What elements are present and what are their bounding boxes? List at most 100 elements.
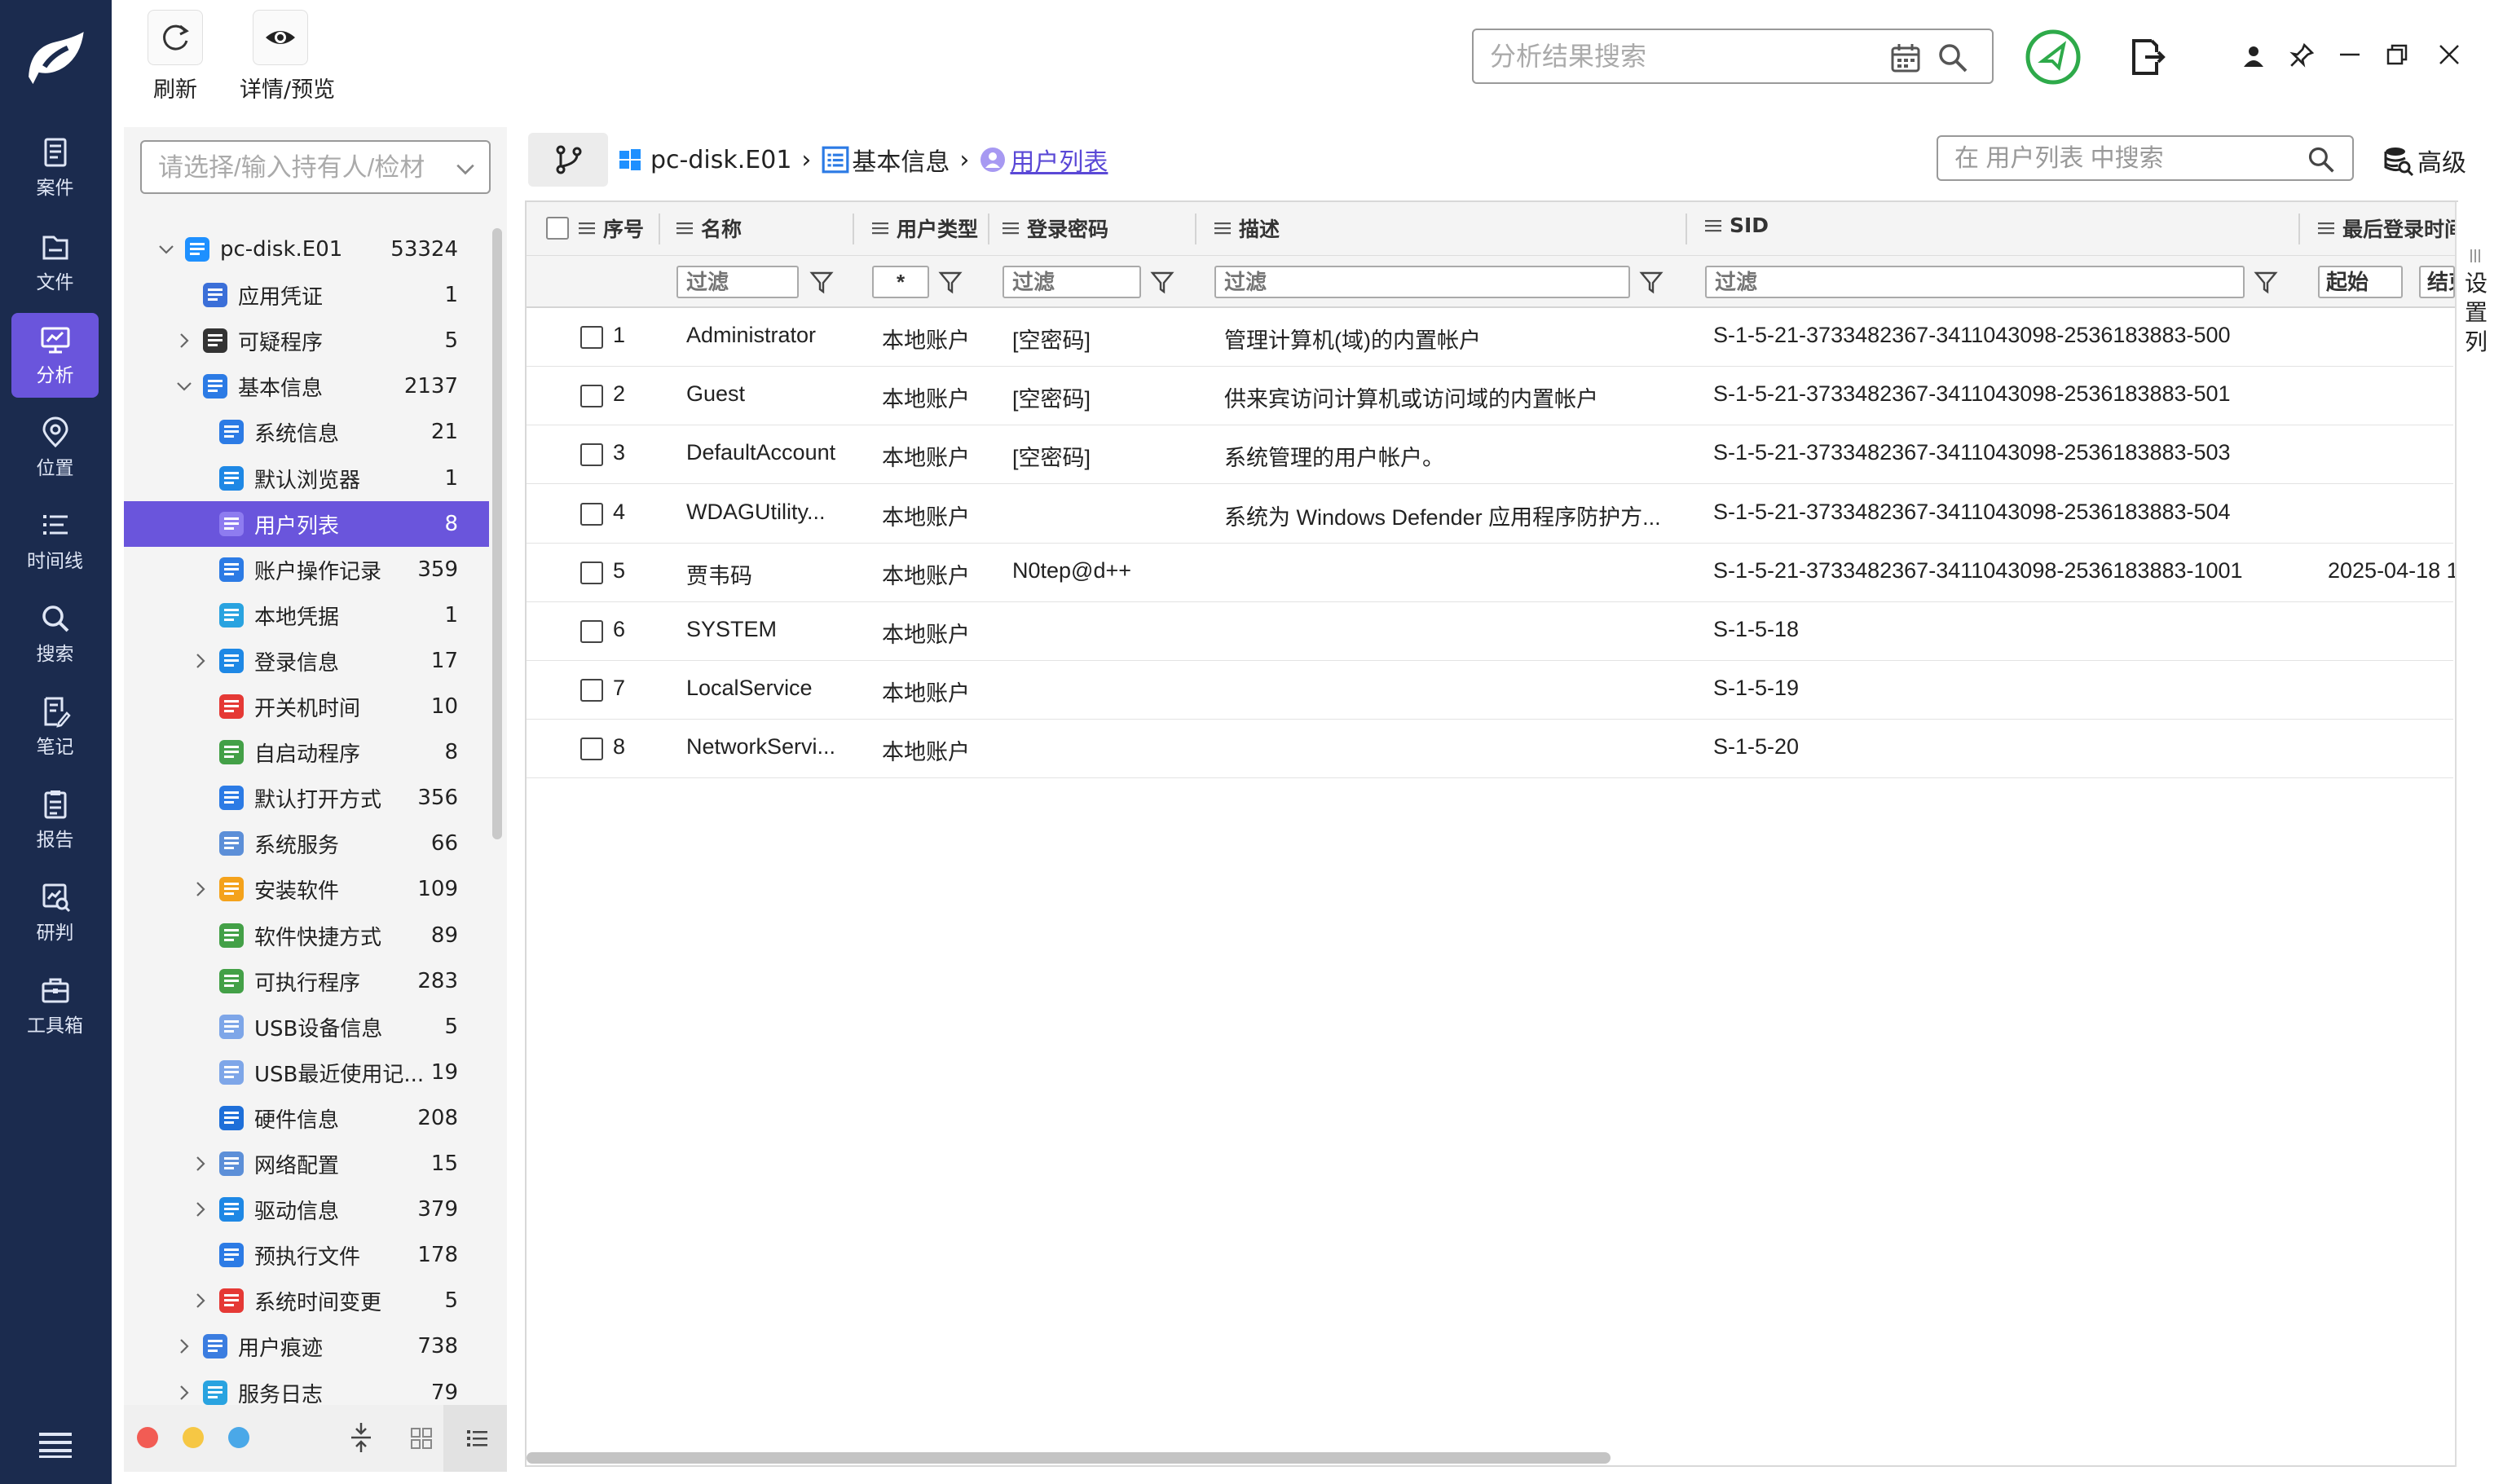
tree-item[interactable]: 预执行文件 178: [124, 1232, 489, 1278]
column-menu-icon[interactable]: [1214, 222, 1231, 235]
column-divider[interactable]: [853, 214, 854, 244]
row-checkbox[interactable]: [580, 443, 603, 466]
column-header[interactable]: 最后登录时间: [2318, 214, 2465, 243]
nav-item-folder[interactable]: 文件: [11, 220, 99, 305]
tree-scrollbar[interactable]: [492, 228, 502, 839]
tree-item[interactable]: 用户列表 8: [124, 501, 489, 547]
user-icon[interactable]: [2241, 44, 2266, 68]
holder-select-input[interactable]: [156, 149, 442, 187]
filter-input[interactable]: [685, 269, 797, 296]
tree-item[interactable]: USB设备信息 5: [124, 1004, 489, 1050]
column-divider[interactable]: [659, 214, 660, 244]
table-row[interactable]: 2 Guest 本地账户 [空密码] 供来宾访问计算机或访问域的内置帐户 S-1-5-21…: [527, 367, 2453, 425]
nav-item-note[interactable]: 笔记: [11, 685, 99, 769]
filter-funnel-icon[interactable]: [2253, 269, 2279, 295]
column-header[interactable]: 描述: [1214, 214, 1280, 243]
chevron-right-icon[interactable]: [191, 879, 210, 899]
table-row[interactable]: 5 贾韦码 本地账户 N0tep@d++ S-1-5-21-3733482367-341…: [527, 544, 2455, 602]
tree-item[interactable]: 默认浏览器 1: [124, 456, 489, 501]
refresh-button[interactable]: 刷新: [139, 10, 212, 111]
chevron-right-icon[interactable]: [191, 1154, 210, 1174]
column-menu-icon[interactable]: [2318, 222, 2334, 235]
column-menu-icon[interactable]: [579, 222, 595, 235]
chevron-right-icon[interactable]: [191, 1200, 210, 1219]
row-checkbox[interactable]: [580, 385, 603, 407]
chevron-down-icon[interactable]: [455, 158, 476, 179]
column-filter-input[interactable]: [1705, 266, 2245, 298]
collapse-all-icon[interactable]: [349, 1421, 373, 1454]
column-filter-input[interactable]: [1214, 266, 1630, 298]
preview-button[interactable]: 详情/预览: [240, 10, 335, 111]
tree-item[interactable]: 账户操作记录 359: [124, 547, 489, 592]
row-checkbox[interactable]: [580, 738, 603, 760]
chevron-right-icon[interactable]: [191, 1291, 210, 1310]
close-icon[interactable]: [2437, 42, 2461, 67]
row-checkbox[interactable]: [580, 679, 603, 702]
branch-button[interactable]: [528, 133, 608, 187]
row-checkbox[interactable]: [580, 503, 603, 526]
nav-item-search[interactable]: 搜索: [11, 592, 99, 676]
type-filter[interactable]: *: [872, 266, 929, 298]
tree-item[interactable]: USB最近使用记... 19: [124, 1050, 489, 1095]
date-end-filter[interactable]: 结束: [2419, 266, 2455, 298]
chevron-down-icon[interactable]: [156, 240, 176, 259]
chevron-right-icon[interactable]: [174, 1383, 194, 1403]
chevron-right-icon[interactable]: [174, 1336, 194, 1356]
search-icon[interactable]: [1937, 42, 1969, 74]
search-icon[interactable]: [2307, 145, 2336, 174]
chevron-down-icon[interactable]: [174, 377, 194, 396]
filter-funnel-icon[interactable]: [1638, 269, 1664, 295]
date-start-filter[interactable]: 起始: [2318, 266, 2403, 298]
tree-item[interactable]: 系统时间变更 5: [124, 1278, 489, 1323]
column-divider[interactable]: [2298, 214, 2300, 244]
list-search-input[interactable]: [1953, 142, 2295, 176]
horizontal-scrollbar[interactable]: [527, 1452, 1611, 1464]
nav-item-location[interactable]: 位置: [11, 406, 99, 491]
row-checkbox[interactable]: [580, 620, 603, 643]
filter-funnel-icon[interactable]: [1149, 269, 1175, 295]
list-view-icon[interactable]: [465, 1426, 489, 1451]
table-row[interactable]: 3 DefaultAccount 本地账户 [空密码] 系统管理的用户帐户。 S-1-5-…: [527, 425, 2453, 484]
table-row[interactable]: 8 NetworkServi... 本地账户 S-1-5-20: [527, 720, 2453, 778]
advanced-search-button[interactable]: 高级: [2382, 140, 2466, 181]
nav-item-timeline[interactable]: 时间线: [11, 499, 99, 583]
nav-item-case[interactable]: 案件: [11, 126, 99, 210]
tree-item[interactable]: 开关机时间 10: [124, 684, 489, 729]
column-menu-icon[interactable]: [1705, 219, 1721, 232]
tree-item[interactable]: 可执行程序 283: [124, 958, 489, 1004]
holder-select[interactable]: [140, 140, 491, 194]
yellow-dot[interactable]: [183, 1427, 204, 1448]
tree-item[interactable]: 网络配置 15: [124, 1141, 489, 1187]
column-divider[interactable]: [988, 214, 989, 244]
column-header[interactable]: 序号: [579, 214, 644, 243]
nav-item-report[interactable]: 报告: [11, 777, 99, 862]
column-divider[interactable]: [1195, 214, 1196, 244]
tree-item[interactable]: 应用凭证 1: [124, 272, 489, 318]
table-row[interactable]: 6 SYSTEM 本地账户 S-1-5-18: [527, 602, 2453, 661]
filter-input[interactable]: [1223, 269, 1628, 296]
nav-item-judge[interactable]: 研判: [11, 870, 99, 955]
nav-item-analysis[interactable]: 分析: [11, 313, 99, 398]
select-all-checkbox[interactable]: [546, 217, 569, 240]
tree-item[interactable]: 软件快捷方式 89: [124, 913, 489, 958]
tree-item[interactable]: 本地凭据 1: [124, 592, 489, 638]
tree-item[interactable]: 驱动信息 379: [124, 1187, 489, 1232]
filter-funnel-icon[interactable]: [809, 269, 835, 295]
column-header[interactable]: 登录密码: [1003, 214, 1108, 243]
column-divider[interactable]: [1686, 214, 1687, 244]
column-menu-icon[interactable]: [1003, 222, 1019, 235]
calendar-icon[interactable]: [1889, 42, 1922, 74]
chevron-right-icon[interactable]: [191, 651, 210, 671]
column-header[interactable]: SID: [1705, 214, 1769, 237]
column-header[interactable]: 名称: [676, 214, 742, 243]
minimize-icon[interactable]: [2338, 42, 2362, 67]
table-row[interactable]: 4 WDAGUtility... 本地账户 系统为 Windows Defender …: [527, 485, 2453, 544]
export-icon[interactable]: [2127, 37, 2166, 77]
result-search-input[interactable]: [1488, 37, 1871, 76]
nav-item-toolbox[interactable]: 工具箱: [11, 963, 99, 1048]
status-shield-icon[interactable]: [2025, 29, 2082, 86]
column-header[interactable]: 用户类型: [872, 214, 978, 243]
tree-item[interactable]: 默认打开方式 356: [124, 775, 489, 821]
tree-item[interactable]: 系统信息 21: [124, 409, 489, 455]
chevron-right-icon[interactable]: [174, 331, 194, 350]
